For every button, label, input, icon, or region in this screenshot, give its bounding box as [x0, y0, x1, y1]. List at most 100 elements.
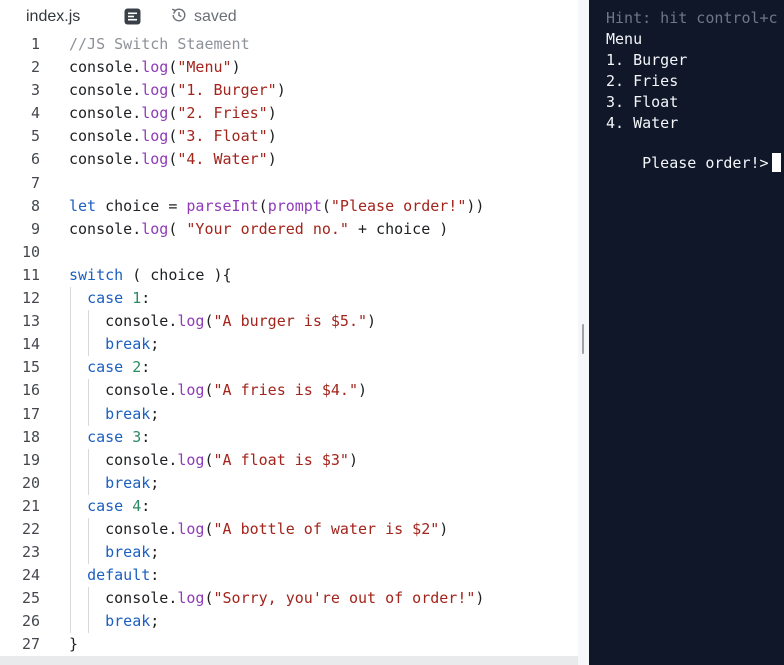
code-line[interactable]: 3 console.log("1. Burger") — [0, 79, 578, 102]
horizontal-scrollbar[interactable] — [0, 656, 578, 665]
code-editor-pane[interactable]: index.js saved 1 //JS Switch Staement 2 con… — [0, 0, 578, 665]
code-line[interactable]: 15 case 2: — [0, 356, 578, 380]
code-token: ) — [267, 150, 277, 169]
code-line[interactable]: 17 break; — [0, 402, 578, 426]
code-line[interactable]: 27} — [0, 633, 578, 656]
code-line[interactable]: 18 case 3: — [0, 425, 578, 449]
history-icon[interactable] — [170, 6, 188, 29]
code-line[interactable]: 5 console.log("3. Float") — [0, 125, 578, 148]
code-token: ) — [367, 312, 377, 331]
line-number: 2 — [30, 58, 40, 77]
file-tab-index-js[interactable]: index.js — [26, 8, 80, 26]
code-text: //JS Switch Staement — [69, 33, 250, 56]
code-text: console.log("A fries is $4.") — [69, 379, 367, 402]
code-token: log — [141, 58, 169, 77]
code-line[interactable]: 10 — [0, 241, 578, 264]
line-number: 11 — [21, 265, 40, 284]
code-token: ( — [168, 219, 187, 238]
line-number: 17 — [21, 404, 40, 423]
line-number: 3 — [30, 81, 40, 100]
code-token: default — [87, 566, 151, 585]
code-token: case — [87, 496, 124, 515]
code-line[interactable]: 8 let choice = parseInt(prompt("Please or… — [0, 195, 578, 218]
line-number: 8 — [30, 196, 40, 215]
console-prompt-line[interactable]: Please order!> — [606, 135, 781, 190]
pane-resize-handle[interactable] — [578, 0, 589, 665]
line-number: 7 — [30, 173, 40, 192]
code-line[interactable]: 21 case 4: — [0, 494, 578, 518]
code-text: case 2: — [69, 356, 150, 379]
code-line[interactable]: 12 case 1: — [0, 287, 578, 311]
line-number: 14 — [21, 335, 40, 354]
code-area[interactable]: 1//JS Switch Staement 2 console.log("Menu"… — [0, 33, 578, 665]
code-line[interactable]: 24 default: — [0, 564, 578, 588]
code-token: log — [141, 127, 169, 146]
code-token: case — [87, 358, 124, 377]
code-line[interactable]: 6 console.log("4. Water") — [0, 148, 578, 171]
code-token: ; — [150, 404, 160, 423]
code-token: )) — [466, 196, 485, 215]
code-token: console. — [69, 219, 142, 238]
code-token: ( — [204, 312, 214, 331]
line-number: 15 — [21, 358, 40, 377]
code-line[interactable]: 11 switch ( choice ){ — [0, 264, 578, 287]
code-text: console.log("1. Burger") — [69, 79, 286, 102]
code-token: switch — [69, 265, 124, 284]
code-token: console. — [69, 589, 178, 608]
code-token: ( — [204, 519, 214, 538]
code-token: "4. Water" — [177, 150, 268, 169]
format-icon[interactable] — [124, 8, 141, 25]
resize-grip-icon[interactable] — [582, 324, 584, 354]
code-token: ) — [231, 58, 241, 77]
code-token: log — [141, 150, 169, 169]
line-number: 22 — [21, 519, 40, 538]
code-token: "A float is $3" — [213, 450, 349, 469]
code-text: break; — [69, 403, 159, 426]
code-token: "A fries is $4." — [213, 381, 359, 400]
code-text: console.log("A bottle of water is $2") — [69, 518, 448, 541]
code-token: console. — [69, 381, 178, 400]
text-cursor — [771, 153, 781, 172]
console-pane[interactable]: Hint: hit control+c Menu 1. Burger 2. Frie… — [589, 0, 784, 665]
code-token: "Menu" — [177, 58, 232, 77]
code-line[interactable]: 13 console.log("A burger is $5.") — [0, 310, 578, 334]
line-number: 23 — [21, 543, 40, 562]
code-line[interactable]: 23 break; — [0, 541, 578, 565]
code-token: "A burger is $5." — [213, 312, 368, 331]
code-line[interactable]: 7 — [0, 172, 578, 195]
code-line[interactable]: 22 console.log("A bottle of water is $2"… — [0, 517, 578, 542]
code-token: log — [177, 589, 205, 608]
code-token: console. — [69, 81, 142, 100]
code-token: console. — [69, 312, 178, 331]
code-text: console.log("A float is $3") — [69, 449, 358, 472]
code-token: } — [69, 635, 79, 654]
code-line[interactable]: 1 //JS Switch Staement — [0, 33, 578, 56]
code-token: //JS Switch Staement — [69, 35, 250, 53]
code-text: } — [69, 633, 78, 656]
code-token: ( — [258, 196, 268, 215]
code-line[interactable]: 25 console.log("Sorry, you're out of ord… — [0, 587, 578, 611]
code-token: 3 — [132, 427, 142, 446]
editor-tab-bar: index.js saved — [0, 0, 578, 33]
line-number: 25 — [21, 589, 40, 608]
code-line[interactable]: 4 console.log("2. Fries") — [0, 102, 578, 125]
line-number: 26 — [21, 612, 40, 631]
code-line[interactable]: 19 console.log("A float is $3") — [0, 448, 578, 472]
code-token: console. — [69, 127, 142, 146]
code-line[interactable]: 9 console.log( "Your ordered no." + choic… — [0, 218, 578, 241]
code-line[interactable]: 2 console.log("Menu") — [0, 56, 578, 79]
code-line[interactable]: 14 break; — [0, 333, 578, 357]
code-text: console.log( "Your ordered no." + choice… — [69, 218, 448, 241]
code-line[interactable]: 16 console.log("A fries is $4.") — [0, 379, 578, 403]
code-line[interactable]: 26 break; — [0, 610, 578, 634]
code-text: break; — [69, 610, 159, 633]
code-token: "Your ordered no." — [186, 219, 349, 238]
code-token: prompt — [267, 196, 322, 215]
code-token: choice = — [96, 196, 187, 215]
code-line[interactable]: 20 break; — [0, 471, 578, 495]
console-output-line: Menu — [606, 30, 643, 48]
console-prompt: Please order!> — [642, 154, 769, 172]
code-token: ( — [321, 196, 331, 215]
